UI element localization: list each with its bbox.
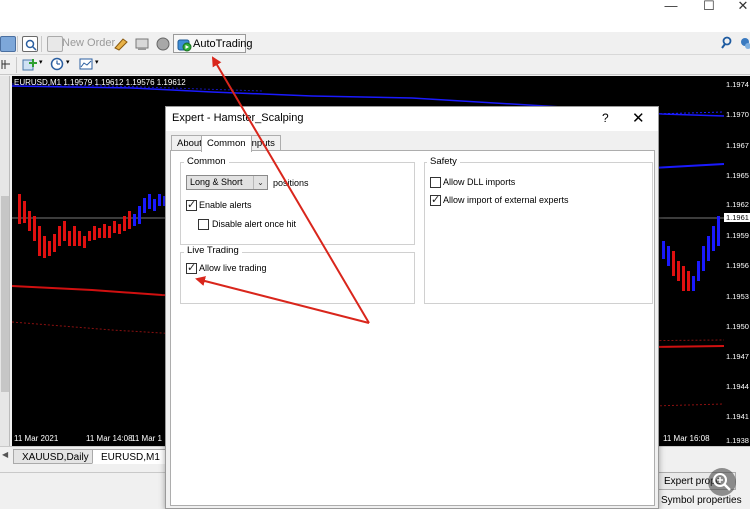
price-label: 1.1938 xyxy=(726,436,749,445)
toolbar-separator xyxy=(41,36,42,52)
tab-xauusd-daily[interactable]: XAUUSD,Daily xyxy=(13,449,98,464)
allow-live-trading-checkbox[interactable] xyxy=(186,261,197,274)
positions-label: positions xyxy=(273,178,309,188)
common-tab-page: Common Long & Short ⌄ positions Enable a… xyxy=(170,150,655,506)
common-group-label: Common xyxy=(184,156,229,167)
price-scale: 1.1974 1.1970 1.1967 1.1965 1.1962 1.196… xyxy=(724,76,750,446)
candles-left xyxy=(18,194,165,258)
chevron-down-icon: ⌄ xyxy=(253,176,267,189)
new-order-button[interactable]: New Order xyxy=(62,37,115,49)
autotrading-icon xyxy=(177,39,192,52)
chart-symbol-info: EURUSD,M1 1.19579 1.19612 1.19576 1.1961… xyxy=(14,78,186,87)
time-axis-label: 11 Mar 16:08 xyxy=(663,434,710,443)
positions-select[interactable]: Long & Short ⌄ xyxy=(186,175,268,190)
time-axis-label: 11 Mar 1 xyxy=(131,434,162,443)
autotrading-label: AutoTrading xyxy=(193,38,253,50)
autotrading-button[interactable]: AutoTrading xyxy=(173,34,253,53)
templates-icon[interactable] xyxy=(79,57,93,71)
price-label: 1.1956 xyxy=(726,261,749,270)
periodicity-icon[interactable] xyxy=(50,57,64,71)
price-label: 1.1953 xyxy=(726,292,749,301)
positions-select-value: Long & Short xyxy=(190,177,243,187)
tab-common[interactable]: Common xyxy=(201,135,252,152)
tab-scroll-left-icon[interactable]: ◀ xyxy=(2,450,8,459)
allow-external-experts-label: Allow import of external experts xyxy=(443,195,569,205)
maximize-icon[interactable]: ☐ xyxy=(694,0,724,14)
chevron-down-icon[interactable]: ▾ xyxy=(95,58,99,66)
live-trading-group-label: Live Trading xyxy=(184,245,242,256)
symbol-properties-label: Symbol properties xyxy=(661,495,742,506)
allow-dll-imports-label: Allow DLL imports xyxy=(443,177,516,187)
window-titlebar: — ☐ ✕ xyxy=(0,0,750,32)
panel-divider xyxy=(0,472,166,473)
window-icon[interactable] xyxy=(0,36,16,52)
price-label: 1.1959 xyxy=(726,231,749,240)
price-label: 1.1970 xyxy=(726,110,749,119)
enable-alerts-checkbox[interactable] xyxy=(186,198,197,211)
minimize-icon[interactable]: — xyxy=(656,0,686,14)
price-label: 1.1962 xyxy=(726,200,749,209)
close-icon[interactable]: ✕ xyxy=(632,109,645,127)
time-axis-label: 11 Mar 14:08 xyxy=(86,434,133,443)
terminal-icon[interactable] xyxy=(155,36,171,52)
candles-right xyxy=(662,216,720,291)
dialog-title: Expert - Hamster_Scalping xyxy=(172,112,304,124)
close-window-icon[interactable]: ✕ xyxy=(728,0,750,14)
price-label: 1.1950 xyxy=(726,322,749,331)
price-label: 1.1944 xyxy=(726,382,749,391)
chevron-down-icon[interactable]: ▾ xyxy=(66,58,70,66)
price-label: 1.1947 xyxy=(726,352,749,361)
allow-dll-imports-checkbox[interactable] xyxy=(430,177,441,188)
expert-properties-dialog: Expert - Hamster_Scalping ? ✕ About Comm… xyxy=(165,106,659,509)
toolbar-separator xyxy=(16,57,17,73)
pencil-icon[interactable] xyxy=(113,36,129,52)
price-label: 1.1965 xyxy=(726,171,749,180)
price-label: 1.1974 xyxy=(726,80,749,89)
main-toolbar: New Order AutoTrading xyxy=(0,32,750,55)
disable-alert-once-hit-checkbox[interactable] xyxy=(198,219,209,230)
help-button[interactable]: ? xyxy=(602,111,609,125)
magnifier-overlay-icon[interactable] xyxy=(708,468,736,496)
navigator-scrollbar[interactable] xyxy=(1,196,9,392)
disable-alert-once-hit-label: Disable alert once hit xyxy=(212,219,297,229)
zoom-icon[interactable] xyxy=(22,36,38,52)
current-price-label: 1.1961 xyxy=(724,213,750,222)
add-indicator-icon[interactable] xyxy=(22,57,37,71)
time-axis-label: 11 Mar 2021 xyxy=(14,434,59,443)
tab-eurusd-m1[interactable]: EURUSD,M1 xyxy=(92,449,169,464)
enable-alerts-label: Enable alerts xyxy=(199,200,252,210)
crosshair-icon[interactable] xyxy=(0,57,14,71)
price-label: 1.1941 xyxy=(726,412,749,421)
chevron-down-icon[interactable]: ▾ xyxy=(39,58,43,66)
toolbar-separator xyxy=(17,36,18,52)
new-order-icon[interactable] xyxy=(47,36,63,52)
allow-live-trading-label: Allow live trading xyxy=(199,263,267,273)
dialog-titlebar: Expert - Hamster_Scalping ? ✕ xyxy=(166,107,658,131)
price-label: 1.1967 xyxy=(726,141,749,150)
meta-editor-icon[interactable] xyxy=(134,36,150,52)
live-trading-group xyxy=(180,252,415,304)
secondary-toolbar: ▾ ▾ ▾ xyxy=(0,55,750,75)
allow-external-experts-checkbox[interactable] xyxy=(430,193,441,206)
safety-group-label: Safety xyxy=(427,156,460,167)
